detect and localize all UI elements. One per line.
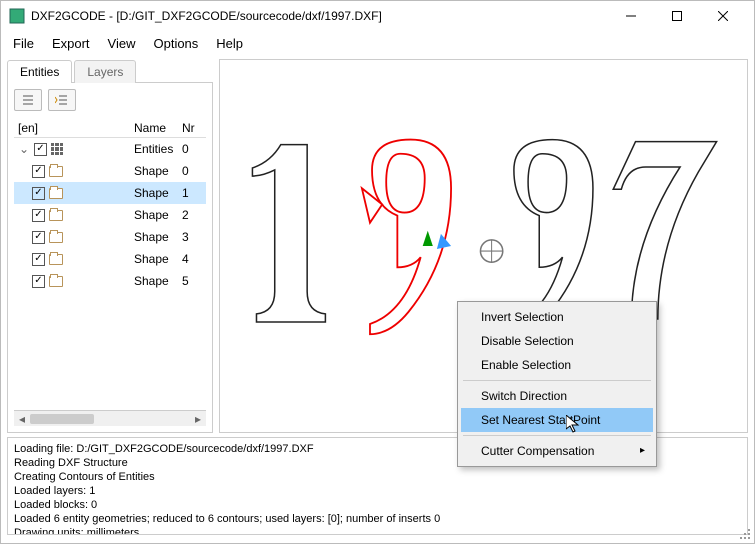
folder-icon <box>49 188 63 199</box>
maximize-button[interactable] <box>654 1 700 31</box>
cursor-icon <box>566 415 580 436</box>
tree-nr: 2 <box>182 208 206 222</box>
folder-icon <box>49 232 63 243</box>
tree-nr: 5 <box>182 274 206 288</box>
menu-export[interactable]: Export <box>52 36 90 51</box>
menu-separator <box>463 435 651 436</box>
tree-row[interactable]: Shape 3 <box>14 226 206 248</box>
tree-row[interactable]: Shape 1 <box>14 182 206 204</box>
log-line: Drawing units: millimeters <box>14 526 741 535</box>
menu-switch-direction[interactable]: Switch Direction <box>461 384 653 408</box>
scroll-right-icon[interactable]: ▸ <box>190 412 206 426</box>
checkbox-icon[interactable] <box>32 165 45 178</box>
tree-label: Shape <box>134 186 182 200</box>
tree-row[interactable]: Shape 0 <box>14 160 206 182</box>
log-line: Creating Contours of Entities <box>14 470 741 484</box>
tree-label: Shape <box>134 252 182 266</box>
menu-view[interactable]: View <box>108 36 136 51</box>
entities-icon <box>51 143 63 155</box>
submenu-arrow-icon: ▸ <box>640 445 645 456</box>
context-menu: Invert Selection Disable Selection Enabl… <box>457 301 657 467</box>
scroll-left-icon[interactable]: ◂ <box>14 412 30 426</box>
menu-enable-selection[interactable]: Enable Selection <box>461 353 653 377</box>
window-title: DXF2GCODE - [D:/GIT_DXF2GCODE/sourcecode… <box>31 9 608 23</box>
menu-separator <box>463 380 651 381</box>
tree-header-root: [en] <box>14 121 134 135</box>
folder-icon <box>49 210 63 221</box>
checkbox-icon[interactable] <box>32 209 45 222</box>
app-icon <box>9 8 25 24</box>
tree-nr: 3 <box>182 230 206 244</box>
menu-options[interactable]: Options <box>153 36 198 51</box>
startpoint-green-icon <box>423 231 433 246</box>
menu-cutter-label: Cutter Compensation <box>481 444 594 458</box>
tree-nr: 0 <box>182 164 206 178</box>
checkbox-icon[interactable] <box>32 231 45 244</box>
menu-bar: File Export View Options Help <box>1 31 754 55</box>
expand-all-button[interactable] <box>48 89 76 111</box>
tree-nr: 1 <box>182 186 206 200</box>
tab-layers[interactable]: Layers <box>74 60 136 83</box>
menu-invert-selection[interactable]: Invert Selection <box>461 305 653 329</box>
tree-scrollbar[interactable]: ◂ ▸ <box>14 410 206 426</box>
log-line: Loaded blocks: 0 <box>14 498 741 512</box>
startpoint-blue-icon <box>437 234 451 249</box>
folder-icon <box>49 254 63 265</box>
tree-nr: 4 <box>182 252 206 266</box>
cursor-target-icon <box>480 240 502 262</box>
tree-nr: 0 <box>182 142 206 156</box>
checkbox-icon[interactable] <box>32 275 45 288</box>
tree-label: Shape <box>134 208 182 222</box>
minimize-button[interactable] <box>608 1 654 31</box>
collapse-all-button[interactable] <box>14 89 42 111</box>
log-line: Loaded layers: 1 <box>14 484 741 498</box>
close-button[interactable] <box>700 1 746 31</box>
tree-label: Shape <box>134 274 182 288</box>
menu-disable-selection[interactable]: Disable Selection <box>461 329 653 353</box>
tree-toggle-icon[interactable]: ⌄ <box>18 142 30 156</box>
tree-row[interactable]: Shape 4 <box>14 248 206 270</box>
folder-icon <box>49 276 63 287</box>
tree-label: Shape <box>134 164 182 178</box>
tree-label: Shape <box>134 230 182 244</box>
folder-icon <box>49 166 63 177</box>
menu-file[interactable]: File <box>13 36 34 51</box>
checkbox-icon[interactable] <box>34 143 47 156</box>
log-line: Loaded 6 entity geometries; reduced to 6… <box>14 512 741 526</box>
checkbox-icon[interactable] <box>32 187 45 200</box>
entity-tree[interactable]: ⌄ Entities 0 Shape 0 Shape 1 Shape <box>14 138 206 410</box>
tree-row[interactable]: Shape 5 <box>14 270 206 292</box>
menu-set-nearest-startpoint[interactable]: Set Nearest StartPoint <box>461 408 653 432</box>
tree-header-name: Name <box>134 121 182 135</box>
menu-cutter-compensation[interactable]: Cutter Compensation ▸ <box>461 439 653 463</box>
tab-entities[interactable]: Entities <box>7 60 72 83</box>
tree-header-nr: Nr <box>182 121 206 135</box>
tree-row[interactable]: Shape 2 <box>14 204 206 226</box>
menu-help[interactable]: Help <box>216 36 243 51</box>
resize-grip-icon[interactable] <box>738 527 752 541</box>
checkbox-icon[interactable] <box>32 253 45 266</box>
tree-label: Entities <box>134 142 182 156</box>
